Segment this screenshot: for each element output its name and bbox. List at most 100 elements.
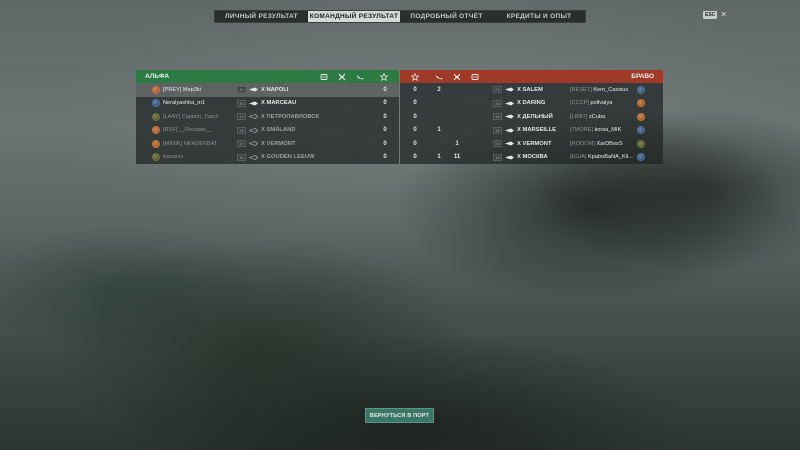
ship-class-icon <box>249 87 258 92</box>
player-name: Captain_Tsach <box>181 113 219 120</box>
ship-tier: X <box>517 154 521 161</box>
table-row[interactable]: 0 43 X DARING [CCCP] pollvaiya <box>400 97 663 111</box>
clan-tag: [MIMIK] <box>163 140 183 147</box>
player-name: KpaboBaNA_Kil... <box>588 154 633 161</box>
ship-class-icon <box>249 114 258 120</box>
player-name: pollvaiya <box>590 100 613 107</box>
level-badge: 18 <box>493 153 502 161</box>
planes-shot-icon <box>453 73 461 81</box>
ship-class-icon <box>505 87 514 92</box>
rank-icon <box>152 112 160 121</box>
player-name: Neralyashka_m1 <box>163 100 205 107</box>
level-badge: 38 <box>493 126 502 134</box>
level-badge: 37 <box>237 140 246 148</box>
ship-class-icon <box>505 114 514 119</box>
table-row[interactable]: kazaxxx 30 X GOUDEN LEEUW 0 <box>136 151 399 165</box>
clan-tag: [RESET] <box>570 86 592 93</box>
rank-icon <box>152 99 160 108</box>
tab-credits-xp[interactable]: КРЕДИТЫ И ОПЫТ <box>493 11 585 22</box>
ship-class-icon <box>505 101 514 106</box>
close-control: ESC ✕ <box>703 11 727 19</box>
rank-icon <box>152 139 160 148</box>
player-planes <box>452 83 462 97</box>
table-row[interactable]: 0 1 11 18 X МОСКВА [EGIA] KpaboBaNA_Kil.… <box>400 151 663 165</box>
table-row[interactable]: [PREY] Mep3ki 80 X NAPOLI 0 <box>136 83 399 97</box>
tab-detailed-report[interactable]: ПОДРОБНЫЙ ОТЧЁТ <box>400 11 493 22</box>
rank-icon <box>637 153 645 162</box>
player-kills <box>434 137 444 151</box>
ship-class-icon <box>249 154 258 160</box>
tab-team-result[interactable]: КОМАНДНЫЙ РЕЗУЛЬТАТ <box>308 11 400 22</box>
bravo-team-name: БРАВО <box>631 73 654 80</box>
clan-tag: [LAAY] <box>163 113 180 120</box>
player-kills: 2 <box>437 86 441 93</box>
ship-name: ДЕЛЬНЫЙ <box>522 113 553 120</box>
kills-icon <box>356 73 364 81</box>
player-score: 0 <box>413 140 417 147</box>
level-badge: 80 <box>237 86 246 94</box>
level-badge: 16 <box>493 113 502 121</box>
result-tabs: ЛИЧНЫЙ РЕЗУЛЬТАТ КОМАНДНЫЙ РЕЗУЛЬТАТ ПОД… <box>214 10 586 23</box>
ship-tier: X <box>517 113 521 120</box>
table-row[interactable]: 0 1 38 X MARSEILLE [7MORE] korsa_MIK <box>400 124 663 138</box>
ship-tier: X <box>261 86 265 93</box>
player-name: zCuba <box>588 113 606 120</box>
ship-tier: X <box>261 154 265 161</box>
level-badge: 74 <box>237 113 246 121</box>
ship-class-icon <box>505 141 514 146</box>
player-score: 0 <box>383 127 387 134</box>
table-row[interactable]: 0 1 52 X VERMONT [ROOOM] XarDBosS <box>400 137 663 151</box>
player-kills <box>434 97 444 111</box>
player-planes: 11 <box>453 154 461 161</box>
experience-icon <box>380 73 388 81</box>
ship-name: GOUDEN LEEUW <box>266 154 315 161</box>
tab-personal-result[interactable]: ЛИЧНЫЙ РЕЗУЛЬТАТ <box>215 11 308 22</box>
ship-tier: X <box>261 127 265 134</box>
ship-class-icon <box>249 141 258 147</box>
ship-tier: X <box>517 100 521 107</box>
player-kills: 1 <box>437 127 441 134</box>
table-row[interactable]: [RSF] __Recaste__ 26 X SMÅLAND 0 <box>136 124 399 138</box>
ship-tier: X <box>261 140 265 147</box>
player-score: 0 <box>413 154 417 161</box>
level-badge: 45 <box>237 99 246 107</box>
ship-name: МОСКВА <box>522 154 548 161</box>
ship-name: VERMONT <box>522 140 552 147</box>
player-score: 0 <box>383 100 387 107</box>
table-row[interactable]: [LAAY] Captain_Tsach 74 X ПЕТРОПАВЛОВСК … <box>136 110 399 124</box>
player-name: __Recaste__ <box>178 127 212 134</box>
player-name: kazaxxx <box>163 154 184 161</box>
close-icon[interactable]: ✕ <box>720 11 727 19</box>
player-planes <box>452 97 462 111</box>
alpha-team-name: АЛЬФА <box>145 73 170 80</box>
team-bravo: БРАВО 0 2 24 X SALEM [RESET] Kern_Cassiu… <box>400 70 663 164</box>
ship-tier: X <box>517 140 521 147</box>
ribbon-icon <box>471 73 479 81</box>
player-score: 0 <box>413 127 417 134</box>
ship-tier: X <box>517 127 521 134</box>
table-row[interactable]: 0 16 X ДЕЛЬНЫЙ [LIMIT] zCuba <box>400 110 663 124</box>
clan-tag: [CCCP] <box>570 100 589 107</box>
table-row[interactable]: Neralyashka_m1 45 X MARCEAU 0 <box>136 97 399 111</box>
player-planes: 1 <box>455 140 459 147</box>
level-badge: 24 <box>493 86 502 94</box>
ship-name: SALEM <box>522 86 543 93</box>
rank-icon <box>637 99 645 108</box>
clan-tag: [EGIA] <box>570 154 587 161</box>
level-badge: 52 <box>493 140 502 148</box>
ship-name: ПЕТРОПАВЛОВСК <box>266 113 320 120</box>
table-row[interactable]: 0 2 24 X SALEM [RESET] Kern_Cassius <box>400 83 663 97</box>
player-score: 0 <box>383 113 387 120</box>
rank-icon <box>637 112 645 121</box>
clan-tag: [PREY] <box>163 86 182 93</box>
table-row[interactable]: [MIMIK] NEADEKBAT 37 X VERMONT 0 <box>136 137 399 151</box>
ship-tier: X <box>261 113 265 120</box>
return-to-port-button[interactable]: ВЕРНУТЬСЯ В ПОРТ <box>365 408 434 423</box>
player-planes <box>452 110 462 124</box>
esc-key-badge: ESC <box>703 11 718 19</box>
rank-icon <box>637 85 645 94</box>
player-name: XarDBosS <box>596 140 623 147</box>
player-score: 0 <box>383 154 387 161</box>
player-name: NEADEKBAT <box>183 140 218 147</box>
player-score: 0 <box>413 100 417 107</box>
